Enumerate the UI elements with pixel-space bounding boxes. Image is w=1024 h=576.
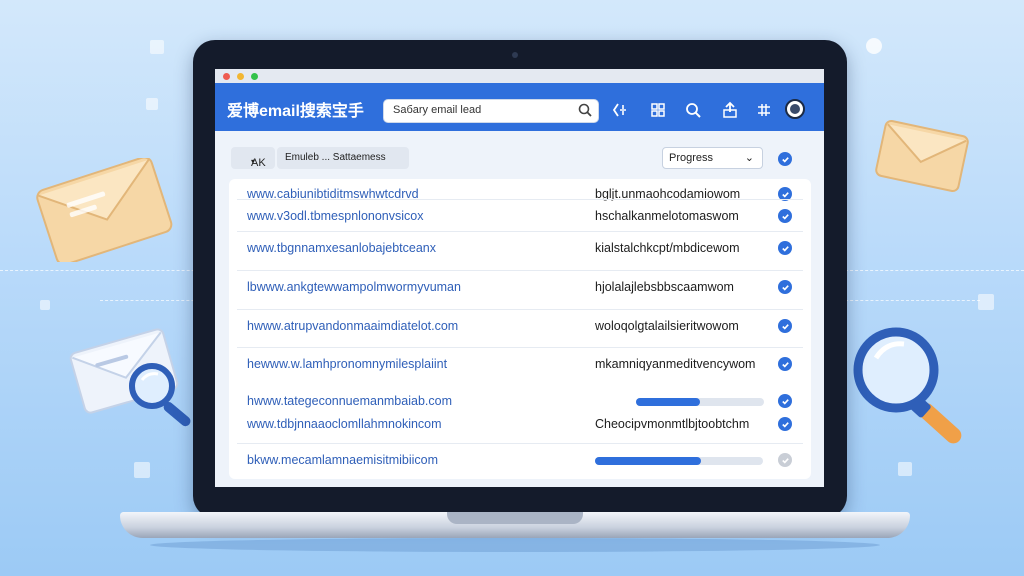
result-url-link[interactable]: hwww.tategeconnuemanmbaiab.com — [247, 394, 452, 408]
progress-bar — [636, 398, 764, 406]
row-status-checkbox[interactable] — [778, 453, 792, 467]
list-item[interactable]: bkww.mecamlamnaemisitmibiicom — [229, 443, 811, 473]
decor-square — [898, 462, 912, 476]
progress-bar-fill — [636, 398, 700, 406]
list-item[interactable]: www.tdbjnnaaoclomllahmnokincom Cheocipvmo… — [229, 417, 811, 437]
list-item[interactable]: hwww.atrupvandonmaaimdiatelot.com woloqol… — [229, 309, 811, 339]
list-item[interactable]: hwww.tategeconnuemanmbaiab.com — [229, 394, 811, 414]
result-email: kialstalchkcpt/mbdicewom — [595, 241, 740, 255]
row-status-checkbox[interactable] — [778, 319, 792, 333]
envelope-icon — [875, 119, 969, 193]
result-url-link[interactable]: www.tbgnnamxesanlobajebtceanx — [247, 241, 436, 255]
row-divider — [237, 199, 803, 200]
grid-icon[interactable] — [647, 99, 669, 121]
row-status-checkbox[interactable] — [778, 394, 792, 408]
progress-bar-fill — [595, 457, 701, 465]
list-item[interactable]: www.tbgnnamxesanlobajebtceanx kialstalchk… — [229, 231, 811, 261]
decor-square — [150, 40, 164, 54]
prefix-select[interactable]: AK ▾ — [231, 147, 275, 169]
list-item[interactable]: www.v3odl.tbmespnlononvsicox hschalkanmel… — [229, 199, 811, 229]
row-status-checkbox[interactable] — [778, 280, 792, 294]
decor-line — [840, 270, 1024, 271]
row-status-checkbox[interactable] — [778, 357, 792, 371]
chevron-down-icon: ⌄ — [744, 152, 754, 164]
maximize-window-button[interactable] — [251, 73, 258, 80]
table-icon[interactable] — [753, 99, 775, 121]
result-email: mkamniqyanmeditvencywom — [595, 357, 756, 371]
select-all-checkbox[interactable] — [778, 152, 792, 166]
row-divider — [237, 231, 803, 232]
row-status-checkbox[interactable] — [778, 417, 792, 431]
result-url-link[interactable]: www.tdbjnnaaoclomllahmnokincom — [247, 417, 442, 431]
minimize-window-button[interactable] — [237, 73, 244, 80]
avatar[interactable] — [785, 99, 805, 119]
search-input-value: Sабary email lead — [393, 104, 482, 116]
result-url-link[interactable]: hwww.atrupvandonmaaimdiatelot.com — [247, 319, 458, 333]
app-header: 爱博email搜索宝手 Sабary email lead — [215, 83, 824, 131]
search-icon[interactable] — [682, 99, 704, 121]
laptop-shadow — [150, 538, 880, 552]
progress-select-value: Progress — [669, 152, 714, 164]
row-status-checkbox[interactable] — [778, 241, 792, 255]
upload-icon[interactable] — [719, 99, 741, 121]
progress-bar — [595, 457, 763, 465]
app-window: 爱博email搜索宝手 Sабary email lead AK ▾ Emule… — [215, 69, 824, 487]
result-url-link[interactable]: hewww.w.lamhpronomnymilesplaiint — [247, 357, 447, 371]
list-item[interactable]: hewww.w.lamhpronomnymilesplaiint mkamniqy… — [229, 347, 811, 377]
results-list: www.cabiunibtiditmswhwtcdrvd bgljt.unmaoh… — [229, 179, 811, 479]
progress-select[interactable]: Progress ⌄ — [662, 147, 763, 169]
decor-line — [840, 300, 980, 301]
close-window-button[interactable] — [223, 73, 230, 80]
search-input[interactable]: Sабary email lead — [383, 99, 599, 123]
laptop-notch — [447, 512, 583, 524]
list-item[interactable]: www.cabiunibtiditmswhwtcdrvd bgljt.unmaoh… — [229, 187, 811, 207]
decor-square — [40, 300, 50, 310]
chevron-down-icon: ▾ — [251, 157, 256, 166]
list-item[interactable]: lbwww.ankgtewwampolmwormyvuman hjolalajle… — [229, 270, 811, 300]
decor-square — [978, 294, 994, 310]
window-titlebar — [215, 69, 824, 83]
row-divider — [237, 309, 803, 310]
filter-field[interactable]: Emuleb ... Sattaemess — [277, 147, 409, 169]
result-email: Cheocipvmonmtlbjtoobtchm — [595, 417, 750, 431]
row-divider — [237, 270, 803, 271]
result-email: hschalkanmelotomaswom — [595, 209, 739, 223]
camera — [512, 52, 518, 58]
result-url-link[interactable]: bkww.mecamlamnaemisitmibiicom — [247, 453, 438, 467]
share-icon[interactable] — [609, 99, 631, 121]
result-email: woloqolgtalailsieritwowom — [595, 319, 739, 333]
row-divider — [237, 347, 803, 348]
envelope-icon — [36, 158, 173, 262]
result-url-link[interactable]: lbwww.ankgtewwampolmwormyvuman — [247, 280, 461, 294]
filter-field-value: Emuleb ... Sattaemess — [285, 152, 386, 163]
app-title: 爱博email搜索宝手 — [227, 103, 364, 120]
decor-dot — [866, 38, 882, 54]
row-divider — [237, 443, 803, 444]
decor-square — [146, 98, 158, 110]
magnifier-icon — [853, 327, 962, 444]
search-icon[interactable] — [577, 102, 593, 123]
result-url-link[interactable]: www.v3odl.tbmespnlononvsicox — [247, 209, 423, 223]
result-email: hjolalajlebsbbscaamwom — [595, 280, 734, 294]
decor-square — [134, 462, 150, 478]
row-status-checkbox[interactable] — [778, 209, 792, 223]
